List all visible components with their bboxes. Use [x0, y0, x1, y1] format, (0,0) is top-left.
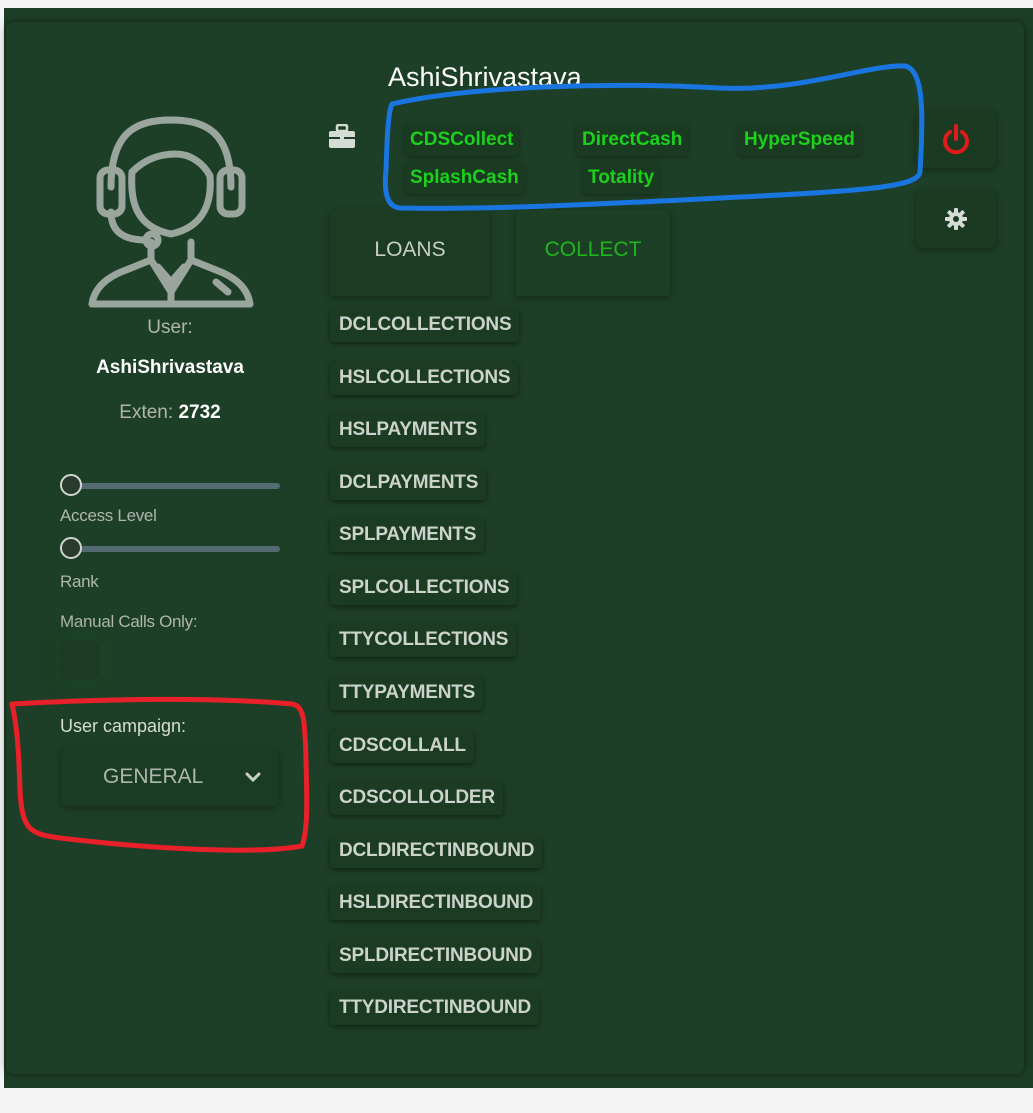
chevron-down-icon — [245, 772, 261, 783]
campaign-tag[interactable]: Totality — [582, 162, 661, 194]
power-icon — [943, 124, 969, 155]
slider-track — [72, 483, 280, 489]
logout-button[interactable] — [916, 110, 996, 168]
manual-calls-label: Manual Calls Only: — [60, 612, 198, 631]
queue-button[interactable]: HSLCOLLECTIONS — [330, 361, 519, 395]
queue-button[interactable]: SPLCOLLECTIONS — [330, 571, 518, 605]
queue-button[interactable]: TTYDIRECTINBOUND — [330, 991, 540, 1025]
queue-button[interactable]: HSLDIRECTINBOUND — [330, 886, 542, 920]
campaign-tag[interactable]: HyperSpeed — [738, 124, 861, 156]
tab-collect[interactable]: COLLECT — [516, 210, 670, 296]
rank-label: Rank — [60, 572, 99, 591]
slider-track — [72, 546, 280, 552]
rank-slider[interactable] — [60, 537, 280, 562]
settings-button[interactable] — [916, 190, 996, 248]
slider-thumb[interactable] — [60, 474, 82, 496]
campaign-tag[interactable]: CDSCollect — [404, 124, 520, 156]
queue-button[interactable]: DCLPAYMENTS — [330, 466, 487, 500]
queue-button[interactable]: CDSCOLLOLDER — [330, 781, 503, 815]
queue-button[interactable]: SPLDIRECTINBOUND — [330, 939, 541, 973]
header-user-name: AshiShrivastava — [388, 62, 582, 92]
campaign-tag[interactable]: SplashCash — [404, 162, 525, 194]
campaign-select-value: GENERAL — [103, 765, 204, 788]
briefcase-icon — [329, 124, 355, 148]
campaign-label: User campaign: — [60, 716, 187, 736]
campaign-select[interactable]: GENERAL — [61, 748, 279, 806]
queue-button[interactable]: TTYCOLLECTIONS — [330, 623, 517, 657]
access-level-label: Access Level — [60, 506, 157, 525]
queue-button[interactable]: DCLCOLLECTIONS — [330, 308, 520, 342]
user-label: User: — [147, 317, 193, 338]
queue-button[interactable]: SPLPAYMENTS — [330, 518, 485, 552]
exten-label: Exten: — [119, 402, 174, 423]
extension-info: Exten: 2732 — [0, 402, 340, 424]
queue-button[interactable]: CDSCOLLALL — [330, 729, 474, 763]
slider-thumb[interactable] — [60, 537, 82, 559]
queue-button[interactable]: TTYPAYMENTS — [330, 676, 484, 710]
queue-button[interactable]: DCLDIRECTINBOUND — [330, 834, 543, 868]
exten-value: 2732 — [178, 402, 221, 423]
tab-loans[interactable]: LOANS — [330, 210, 490, 296]
access-level-slider[interactable] — [60, 474, 280, 499]
gear-icon — [945, 208, 967, 230]
headset-agent-icon — [88, 116, 254, 308]
user-name: AshiShrivastava — [96, 357, 244, 378]
queue-button[interactable]: HSLPAYMENTS — [330, 413, 486, 447]
manual-calls-checkbox[interactable] — [60, 640, 100, 680]
campaign-tag[interactable]: DirectCash — [576, 124, 689, 156]
